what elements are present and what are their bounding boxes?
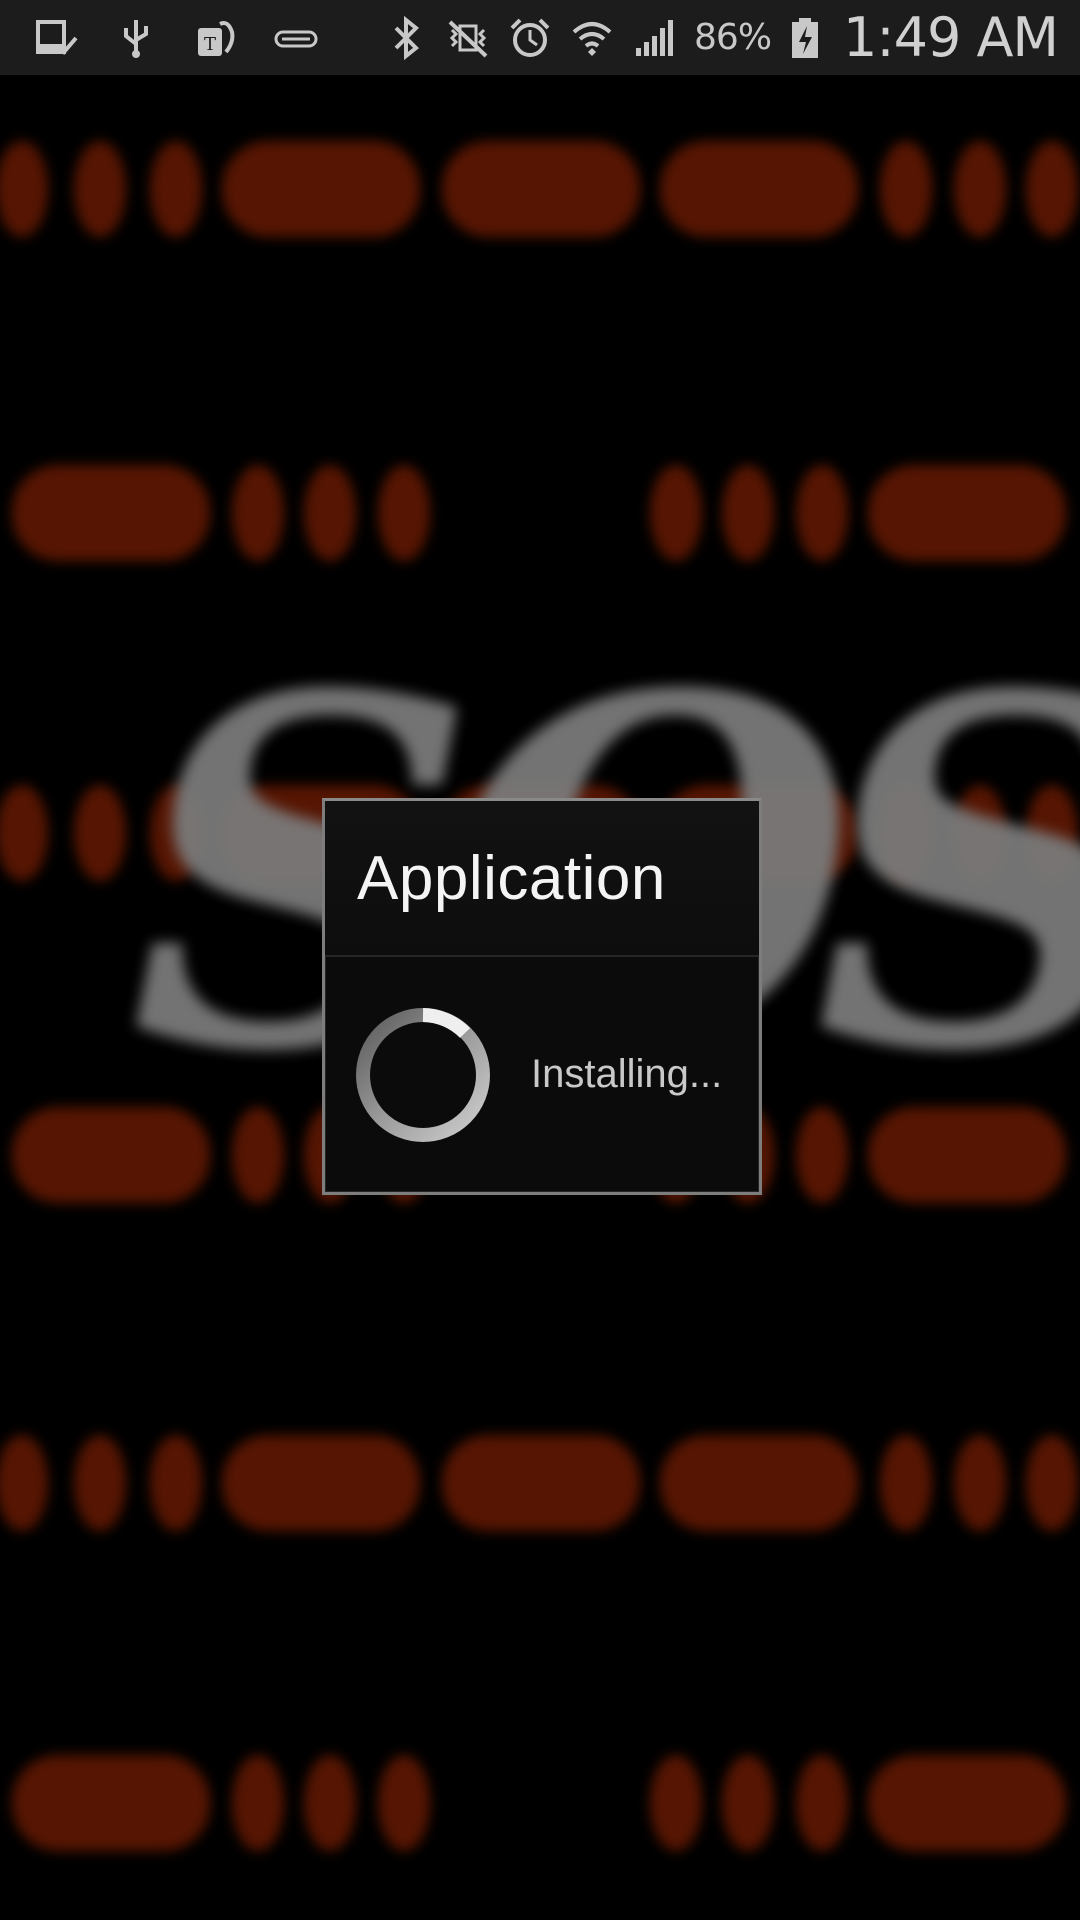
morse-dot: [796, 465, 848, 561]
morse-row: [0, 465, 1080, 561]
status-bar: T 86% 1:49 AM: [0, 0, 1080, 75]
morse-dot: [0, 785, 48, 881]
morse-dash: [660, 1435, 858, 1531]
battery-charging-icon: [789, 14, 821, 62]
morse-dot: [0, 1435, 48, 1531]
dialog-title: Application: [357, 843, 666, 913]
t-mobile-tag-icon: T: [194, 14, 238, 62]
morse-dot: [1026, 141, 1078, 237]
morse-dash: [12, 465, 210, 561]
dialog-header: Application: [325, 801, 759, 957]
morse-dot: [954, 141, 1006, 237]
morse-dot: [378, 1755, 430, 1851]
morse-row: [0, 1755, 1080, 1851]
morse-dot: [74, 1435, 126, 1531]
morse-dot: [880, 1435, 932, 1531]
morse-dot: [722, 1755, 774, 1851]
morse-dot: [650, 1755, 702, 1851]
morse-dash: [442, 1435, 640, 1531]
morse-dash: [868, 1755, 1066, 1851]
morse-dot: [150, 141, 202, 237]
morse-dot: [650, 465, 702, 561]
battery-percent: 86%: [694, 17, 772, 58]
system-icons: 86% 1:49 AM: [384, 6, 1059, 69]
morse-dot: [150, 1435, 202, 1531]
install-progress-dialog: Application Installing...: [322, 798, 762, 1195]
clock: 1:49 AM: [843, 6, 1059, 69]
morse-dot: [232, 465, 284, 561]
screenshot-icon: [34, 14, 78, 62]
morse-dot: [74, 785, 126, 881]
dialog-body: Installing...: [325, 957, 759, 1192]
status-message: Installing...: [531, 1052, 723, 1096]
morse-dot: [304, 1755, 356, 1851]
bluetooth-icon: [384, 14, 428, 62]
morse-dash: [222, 1435, 420, 1531]
morse-row: [0, 141, 1080, 237]
morse-dash: [12, 1755, 210, 1851]
morse-dot: [1026, 1435, 1078, 1531]
morse-dash: [222, 141, 420, 237]
signal-icon: [632, 14, 676, 62]
morse-dot: [378, 465, 430, 561]
screen: T 86% 1:49 AM Application Installing...: [0, 0, 1080, 1920]
alarm-icon: [508, 14, 552, 62]
usb-icon: [114, 14, 158, 62]
morse-dash: [868, 465, 1066, 561]
vibrate-mute-icon: [446, 14, 490, 62]
progress-spinner-icon: [353, 1005, 493, 1145]
morse-dash: [442, 141, 640, 237]
svg-text:T: T: [204, 34, 216, 55]
morse-dot: [954, 1435, 1006, 1531]
morse-dot: [722, 465, 774, 561]
morse-dot: [880, 141, 932, 237]
morse-row: [0, 1435, 1080, 1531]
morse-dot: [74, 141, 126, 237]
morse-dot: [304, 465, 356, 561]
morse-dash: [660, 141, 858, 237]
notification-icons: T: [34, 14, 318, 62]
wifi-icon: [570, 14, 614, 62]
download-icon: [274, 14, 318, 62]
morse-dot: [232, 1755, 284, 1851]
morse-dot: [796, 1755, 848, 1851]
morse-dot: [0, 141, 48, 237]
